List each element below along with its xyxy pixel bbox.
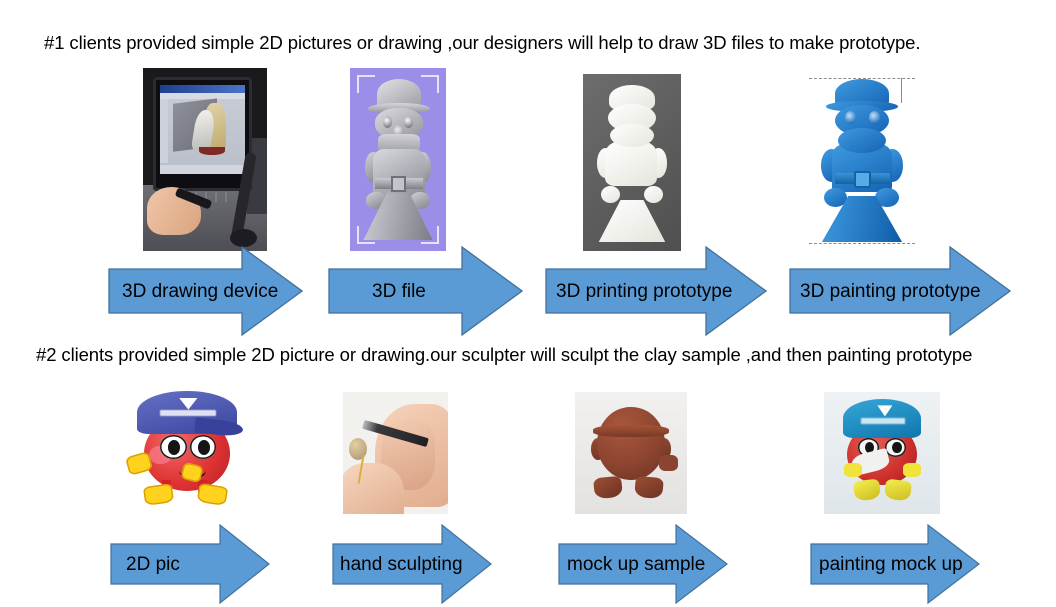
brown-clay-mockup-photo <box>575 392 687 514</box>
arrow-label: 3D file <box>372 280 426 302</box>
arrow-label: 3D printing prototype <box>556 280 733 302</box>
arrow-3d-drawing-device[interactable]: 3D drawing device <box>108 246 303 336</box>
row-2-heading: #2 clients provided simple 2D picture or… <box>36 344 973 365</box>
cad-workstation-photo <box>143 68 267 251</box>
arrow-hand-sculpting[interactable]: hand sculpting <box>332 524 492 604</box>
slide-canvas: #1 clients provided simple 2D pictures o… <box>0 0 1056 607</box>
painted-mockup-photo <box>824 392 940 514</box>
white-3d-printed-figure-photo <box>583 74 681 251</box>
hand-sculpting-clay-photo <box>343 392 448 514</box>
arrow-painting-mock-up[interactable]: painting mock up <box>810 524 980 604</box>
crop-bracket-icon <box>421 226 439 244</box>
arrow-label: hand sculpting <box>340 553 463 575</box>
arrow-label: 3D drawing device <box>122 280 279 302</box>
arrow-2d-pic[interactable]: 2D pic <box>110 524 270 604</box>
arrow-3d-painting-prototype[interactable]: 3D painting prototype <box>789 246 1011 336</box>
arrow-label: mock up sample <box>567 553 706 575</box>
red-mascot-cartoon <box>120 387 254 520</box>
arrow-label: 3D painting prototype <box>800 280 981 302</box>
cad-3d-model-render <box>350 68 446 251</box>
blue-painted-figure-render <box>806 62 918 256</box>
arrow-label: 2D pic <box>126 553 180 575</box>
arrow-3d-file[interactable]: 3D file <box>328 246 523 336</box>
crop-bracket-icon <box>357 226 375 244</box>
crop-bracket-icon <box>421 75 439 93</box>
row-1-heading: #1 clients provided simple 2D pictures o… <box>44 32 921 53</box>
arrow-3d-printing-prototype[interactable]: 3D printing prototype <box>545 246 767 336</box>
arrow-label: painting mock up <box>819 553 963 575</box>
arrow-mock-up-sample[interactable]: mock up sample <box>558 524 728 604</box>
gnome-model-shape <box>350 68 446 251</box>
crop-bracket-icon <box>357 75 375 93</box>
